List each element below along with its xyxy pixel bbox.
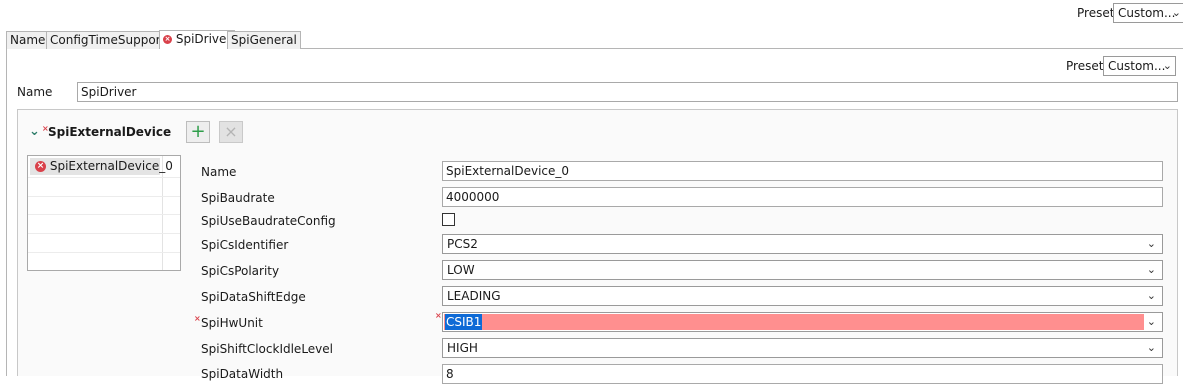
baudrate-value: 4000000 <box>446 190 500 204</box>
section-title: SpiExternalDevice <box>48 125 172 139</box>
tab-spigeneral[interactable]: SpiGeneral <box>227 31 301 49</box>
name-label: Name <box>17 85 53 99</box>
field-label-use-baudrate-config: SpiUseBaudrateConfig <box>201 214 336 228</box>
cs-identifier-value: PCS2 <box>447 237 478 251</box>
shift-clock-idle-value: HIGH <box>447 341 478 355</box>
preset-top-value: Custom... <box>1118 6 1176 20</box>
name-field[interactable]: SpiDriver <box>77 82 1178 102</box>
name-value: SpiDriver <box>81 85 137 99</box>
field-label-hw-unit: SpiHwUnit <box>201 316 263 330</box>
error-icon: × <box>35 161 46 172</box>
list-item[interactable]: × SpiExternalDevice_0 <box>30 158 173 175</box>
plus-icon: + <box>190 121 206 142</box>
list-item-label: SpiExternalDevice_0 <box>49 159 173 173</box>
list-row-line <box>28 233 180 234</box>
device-name-field[interactable]: SpiExternalDevice_0 <box>442 161 1163 181</box>
error-icon: × <box>163 35 172 44</box>
chevron-down-icon: ⌄ <box>1146 315 1156 328</box>
remove-button[interactable]: × <box>219 121 243 143</box>
chevron-down-icon: ⌄ <box>1162 59 1172 72</box>
data-shift-edge-value: LEADING <box>447 289 501 303</box>
error-highlight <box>444 314 1144 330</box>
collapse-chevron-icon[interactable]: ⌄ <box>29 124 40 139</box>
cs-polarity-value: LOW <box>447 263 475 277</box>
list-row-line <box>28 177 180 178</box>
tab-spidriver[interactable]: × SpiDriver <box>159 30 236 49</box>
field-label-baudrate: SpiBaudrate <box>201 191 275 205</box>
data-shift-edge-select[interactable]: LEADING ⌄ <box>442 286 1163 306</box>
chevron-down-icon: ⌄ <box>1146 263 1156 276</box>
preset-label: Preset <box>1066 59 1104 73</box>
add-button[interactable]: + <box>186 121 210 143</box>
field-label-name: Name <box>201 165 237 179</box>
cs-identifier-select[interactable]: PCS2 ⌄ <box>442 234 1163 254</box>
preset-top-select[interactable]: Custom... ⌄ <box>1113 3 1183 23</box>
list-row-line <box>28 214 180 215</box>
cs-polarity-select[interactable]: LOW ⌄ <box>442 260 1163 280</box>
tab-label: SpiGeneral <box>231 33 297 47</box>
tab-label: SpiDriver <box>175 32 232 46</box>
chevron-down-icon: ⌄ <box>1146 341 1156 354</box>
error-marker-icon: × <box>435 311 442 320</box>
device-list[interactable]: × SpiExternalDevice_0 <box>27 155 181 271</box>
tab-name[interactable]: Name <box>6 31 50 49</box>
list-row-line <box>28 196 180 197</box>
baudrate-field[interactable]: 4000000 <box>442 187 1163 207</box>
data-width-field[interactable]: 8 <box>442 364 1163 384</box>
list-row-line <box>28 252 180 253</box>
chevron-down-icon: ⌄ <box>1146 237 1156 250</box>
preset-value: Custom... <box>1108 59 1166 73</box>
field-label-cs-polarity: SpiCsPolarity <box>201 264 280 278</box>
hw-unit-value: CSIB1 <box>445 314 483 330</box>
device-name-value: SpiExternalDevice_0 <box>446 164 570 178</box>
tab-label: Name <box>10 33 46 47</box>
data-width-value: 8 <box>446 367 454 381</box>
shift-clock-idle-select[interactable]: HIGH ⌄ <box>442 338 1163 358</box>
preset-select[interactable]: Custom... ⌄ <box>1103 56 1176 76</box>
close-icon: × <box>224 122 238 141</box>
field-label-shift-clock-idle: SpiShiftClockIdleLevel <box>201 342 333 356</box>
use-baudrate-config-checkbox[interactable] <box>442 213 455 226</box>
hw-unit-select[interactable]: CSIB1 ⌄ <box>442 312 1163 332</box>
field-label-data-width: SpiDataWidth <box>201 367 284 381</box>
tab-configtimesupport[interactable]: ConfigTimeSupport <box>46 31 170 49</box>
field-label-data-shift-edge: SpiDataShiftEdge <box>201 290 306 304</box>
chevron-down-icon: ⌄ <box>1171 6 1181 19</box>
tab-label: ConfigTimeSupport <box>50 33 166 47</box>
error-marker-icon: × <box>194 314 201 323</box>
preset-top-label: Preset <box>1077 6 1115 20</box>
chevron-down-icon: ⌄ <box>1146 289 1156 302</box>
field-label-cs-identifier: SpiCsIdentifier <box>201 238 289 252</box>
